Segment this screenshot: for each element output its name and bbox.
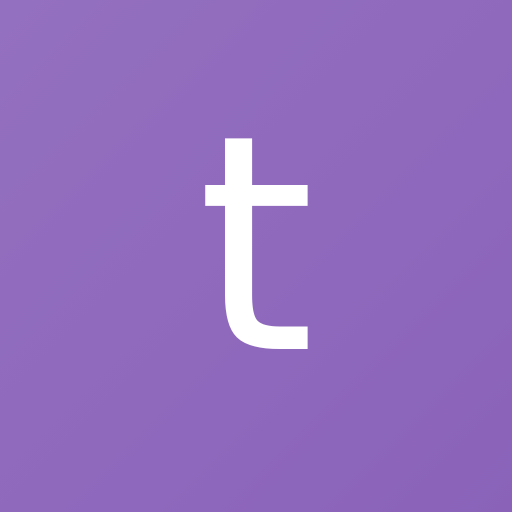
avatar: t [0,0,512,512]
avatar-initial: t [197,71,315,420]
